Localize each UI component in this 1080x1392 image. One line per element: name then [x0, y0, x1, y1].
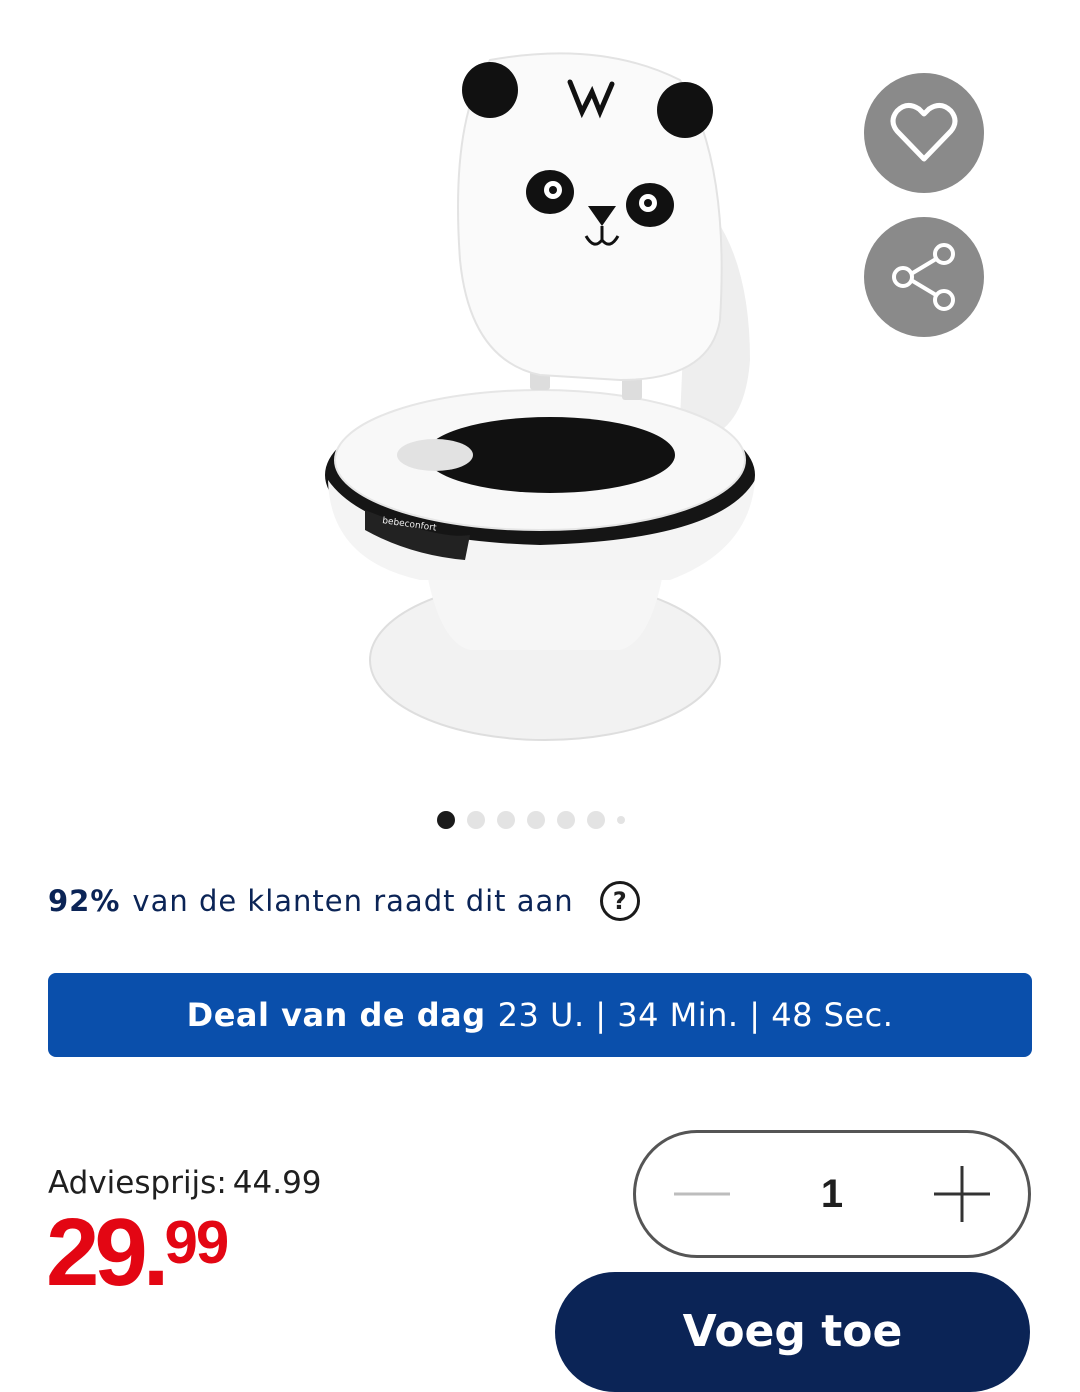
price-main: 29. — [46, 1199, 169, 1306]
decrease-button[interactable] — [670, 1162, 734, 1226]
recommendation-text: van de klanten raadt dit aan — [132, 884, 574, 918]
minus-icon — [674, 1192, 730, 1196]
current-price: 29. 99 — [46, 1199, 229, 1306]
gallery-dot[interactable] — [557, 811, 575, 829]
gallery-dot[interactable] — [527, 811, 545, 829]
deal-timer: 23 U. | 34 Min. | 48 Sec. — [497, 996, 894, 1034]
favorite-button[interactable] — [864, 73, 984, 193]
recommendation-percent: 92% — [48, 884, 121, 918]
advice-price-label: Adviesprijs: — [48, 1165, 227, 1201]
price-decimals: 99 — [164, 1209, 229, 1276]
increase-button[interactable] — [930, 1162, 994, 1226]
heart-icon — [890, 103, 958, 162]
advice-price: Adviesprijs: 44.99 — [48, 1165, 322, 1201]
gallery-dot[interactable] — [467, 811, 485, 829]
gallery-pagination — [437, 810, 637, 830]
add-to-cart-button[interactable]: Voeg toe — [555, 1272, 1030, 1392]
share-button[interactable] — [864, 217, 984, 337]
help-icon[interactable]: ? — [599, 881, 640, 921]
share-icon — [892, 243, 955, 311]
add-to-cart-label: Voeg toe — [682, 1306, 903, 1357]
gallery-dot[interactable] — [497, 811, 515, 829]
quantity-stepper: 1 — [633, 1130, 1031, 1258]
product-image: bebeconfort — [325, 52, 755, 741]
deal-label: Deal van de dag — [186, 996, 486, 1034]
quantity-value[interactable]: 1 — [821, 1172, 843, 1217]
plus-icon — [934, 1166, 990, 1222]
advice-price-value: 44.99 — [232, 1165, 322, 1201]
recommendation-row: 92% van de klanten raadt dit aan ? — [48, 875, 640, 927]
gallery-dot[interactable] — [617, 816, 625, 824]
gallery-dot-active[interactable] — [437, 811, 455, 829]
gallery-dot[interactable] — [587, 811, 605, 829]
deal-banner: Deal van de dag 23 U. | 34 Min. | 48 Sec… — [48, 973, 1032, 1057]
